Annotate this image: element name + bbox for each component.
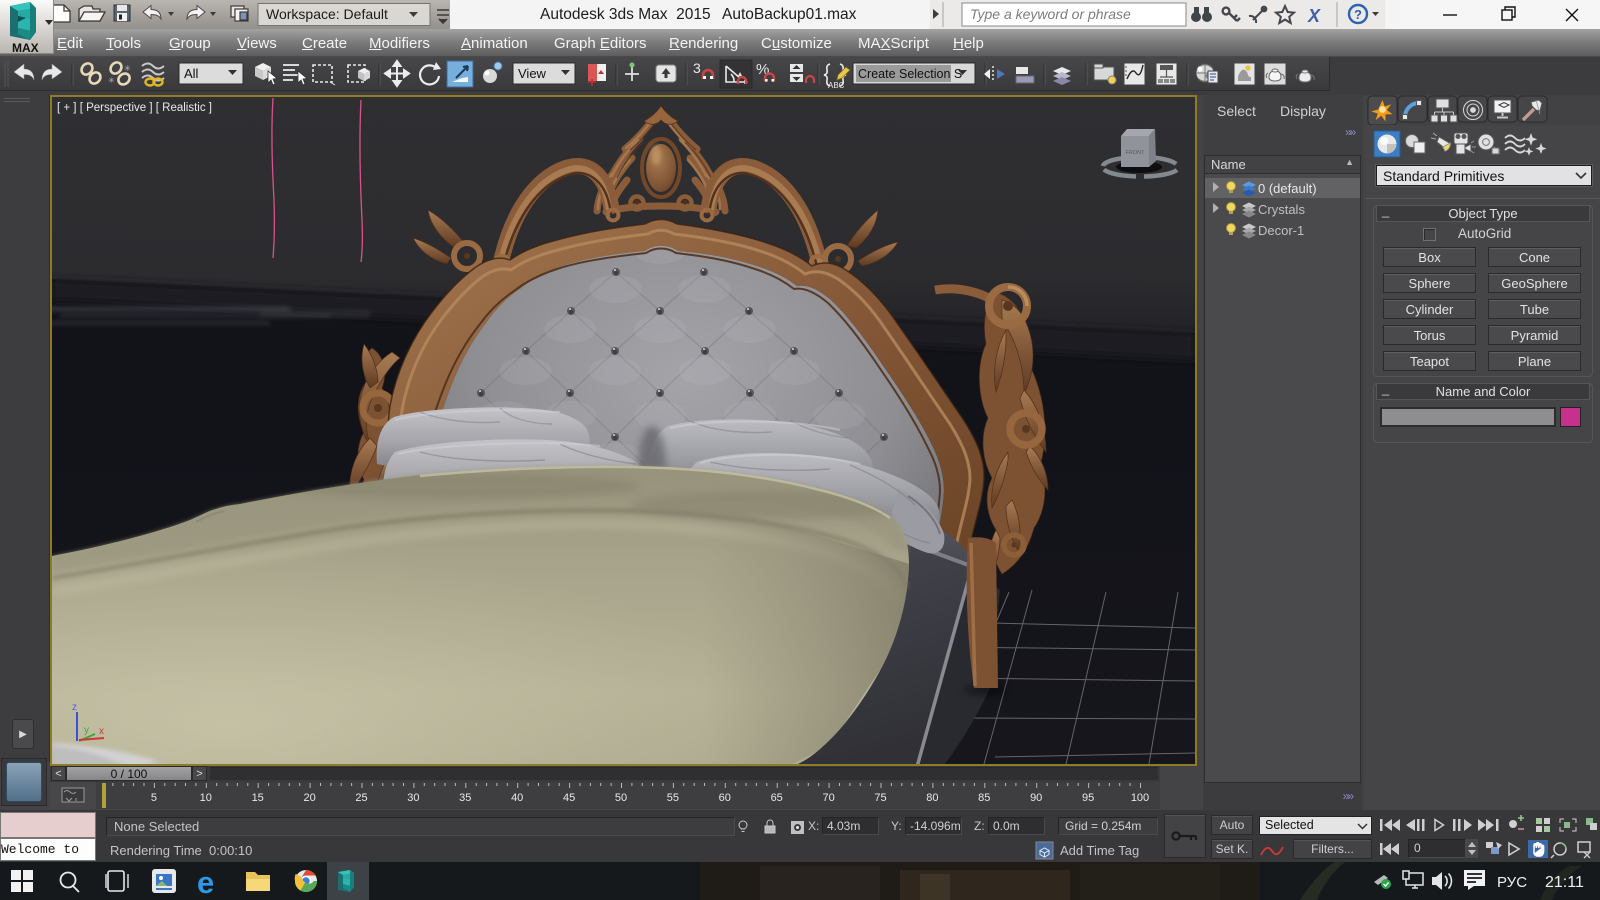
svg-text:65: 65	[771, 792, 783, 804]
svg-text:[ + ] [ Perspective ] [ Realis: [ + ] [ Perspective ] [ Realistic ]	[57, 102, 212, 114]
svg-text:All: All	[184, 66, 199, 81]
svg-text:80: 80	[926, 792, 938, 804]
svg-text:ABC: ABC	[828, 81, 845, 90]
svg-text:z: z	[72, 702, 77, 713]
svg-text:Create Selection S: Create Selection S	[858, 67, 962, 81]
svg-text:MAX: MAX	[12, 41, 39, 55]
svg-text:3: 3	[693, 60, 701, 76]
svg-text:50: 50	[615, 792, 627, 804]
svg-text:35: 35	[459, 792, 471, 804]
svg-text:45: 45	[563, 792, 575, 804]
svg-text:70: 70	[822, 792, 834, 804]
svg-text:25: 25	[355, 792, 367, 804]
svg-text:40: 40	[511, 792, 523, 804]
svg-text:Crystals: Crystals	[1258, 202, 1305, 217]
svg-text:Decor-1: Decor-1	[1258, 223, 1304, 238]
svg-text:РУС: РУС	[1497, 874, 1527, 891]
svg-text:x: x	[99, 726, 104, 737]
svg-text:?: ?	[1354, 7, 1362, 22]
svg-text:y: y	[84, 725, 89, 736]
svg-text:90: 90	[1030, 792, 1042, 804]
svg-text:75: 75	[874, 792, 886, 804]
svg-text:100: 100	[1131, 792, 1149, 804]
svg-text:30: 30	[407, 792, 419, 804]
svg-text:10: 10	[200, 792, 212, 804]
svg-text:15: 15	[252, 792, 264, 804]
svg-text:FRONT: FRONT	[1126, 150, 1146, 156]
svg-text:Type a keyword or phrase: Type a keyword or phrase	[970, 6, 1131, 22]
svg-text:21:11: 21:11	[1545, 874, 1584, 891]
svg-text:e: e	[197, 865, 214, 900]
svg-text:Workspace: Default: Workspace: Default	[266, 6, 388, 22]
svg-text:✳: ✳	[108, 76, 115, 85]
svg-text:%: %	[756, 61, 769, 78]
svg-text:View: View	[518, 66, 547, 81]
svg-text:5: 5	[151, 792, 157, 804]
svg-text:55: 55	[667, 792, 679, 804]
svg-text:20: 20	[303, 792, 315, 804]
svg-text:X: X	[1307, 6, 1321, 26]
svg-text:95: 95	[1082, 792, 1094, 804]
svg-text:85: 85	[978, 792, 990, 804]
svg-text:60: 60	[719, 792, 731, 804]
svg-text:✳: ✳	[124, 64, 131, 73]
svg-text:0 (default): 0 (default)	[1258, 181, 1317, 196]
